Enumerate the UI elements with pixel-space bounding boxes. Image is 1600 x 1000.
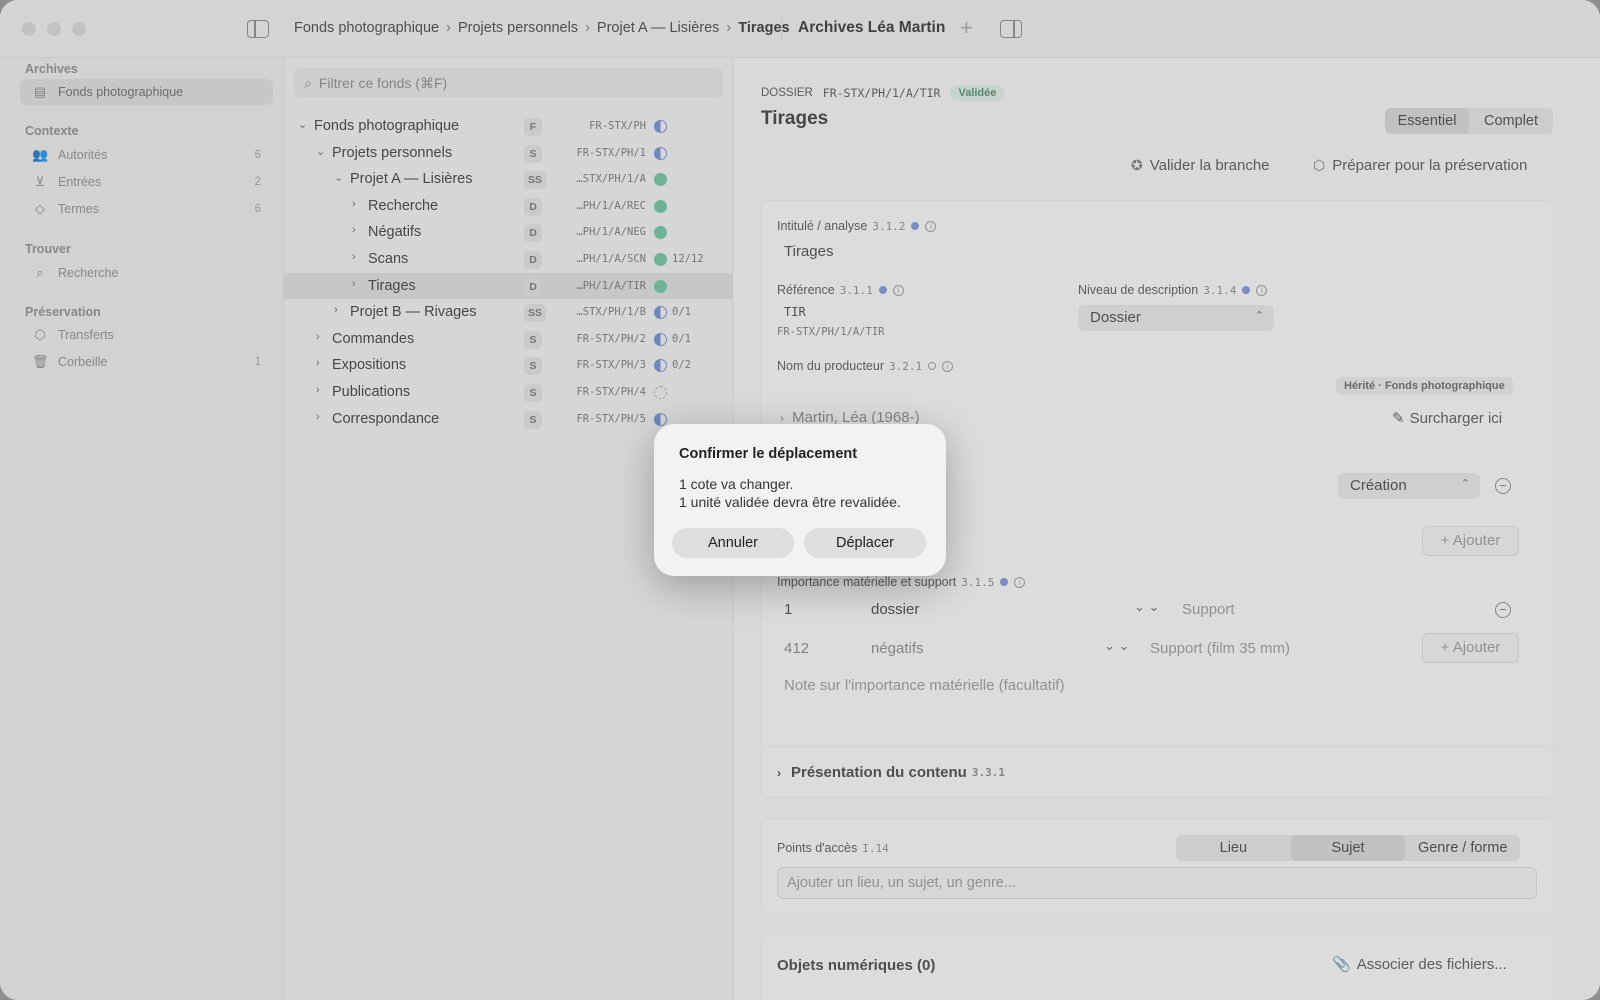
confirm-move-dialog: Confirmer le déplacement 1 cote va chang… <box>654 424 946 576</box>
move-button[interactable]: Déplacer <box>804 528 926 558</box>
app-window: Fonds photographique › Projets personnel… <box>0 0 1600 1000</box>
dialog-message-line: 1 cote va changer. <box>679 476 794 492</box>
dialog-message-line: 1 unité validée devra être revalidée. <box>679 494 901 510</box>
dialog-title: Confirmer le déplacement <box>679 446 858 462</box>
cancel-button[interactable]: Annuler <box>672 528 794 558</box>
